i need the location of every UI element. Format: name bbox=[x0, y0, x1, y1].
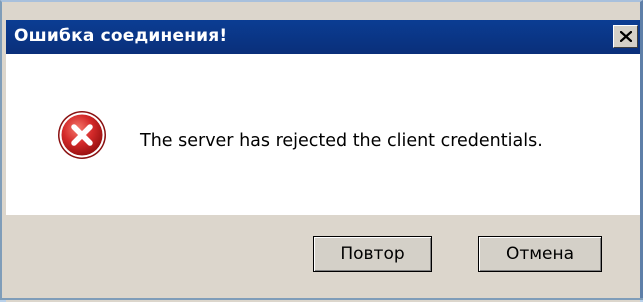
close-icon bbox=[619, 31, 632, 42]
error-message: The server has rejected the client crede… bbox=[140, 131, 543, 151]
close-button[interactable] bbox=[613, 25, 638, 48]
dialog-button-bar: Повтор Отмена bbox=[6, 215, 640, 302]
dialog-title: Ошибка соединения! bbox=[14, 26, 228, 46]
cancel-button[interactable]: Отмена bbox=[478, 236, 602, 272]
retry-button[interactable]: Повтор bbox=[313, 236, 432, 272]
error-dialog-window: Ошибка соединения! The server has reject… bbox=[0, 0, 643, 302]
dialog-content: The server has rejected the client crede… bbox=[6, 54, 640, 215]
error-icon bbox=[58, 111, 106, 159]
dialog-titlebar[interactable]: Ошибка соединения! bbox=[6, 20, 640, 54]
